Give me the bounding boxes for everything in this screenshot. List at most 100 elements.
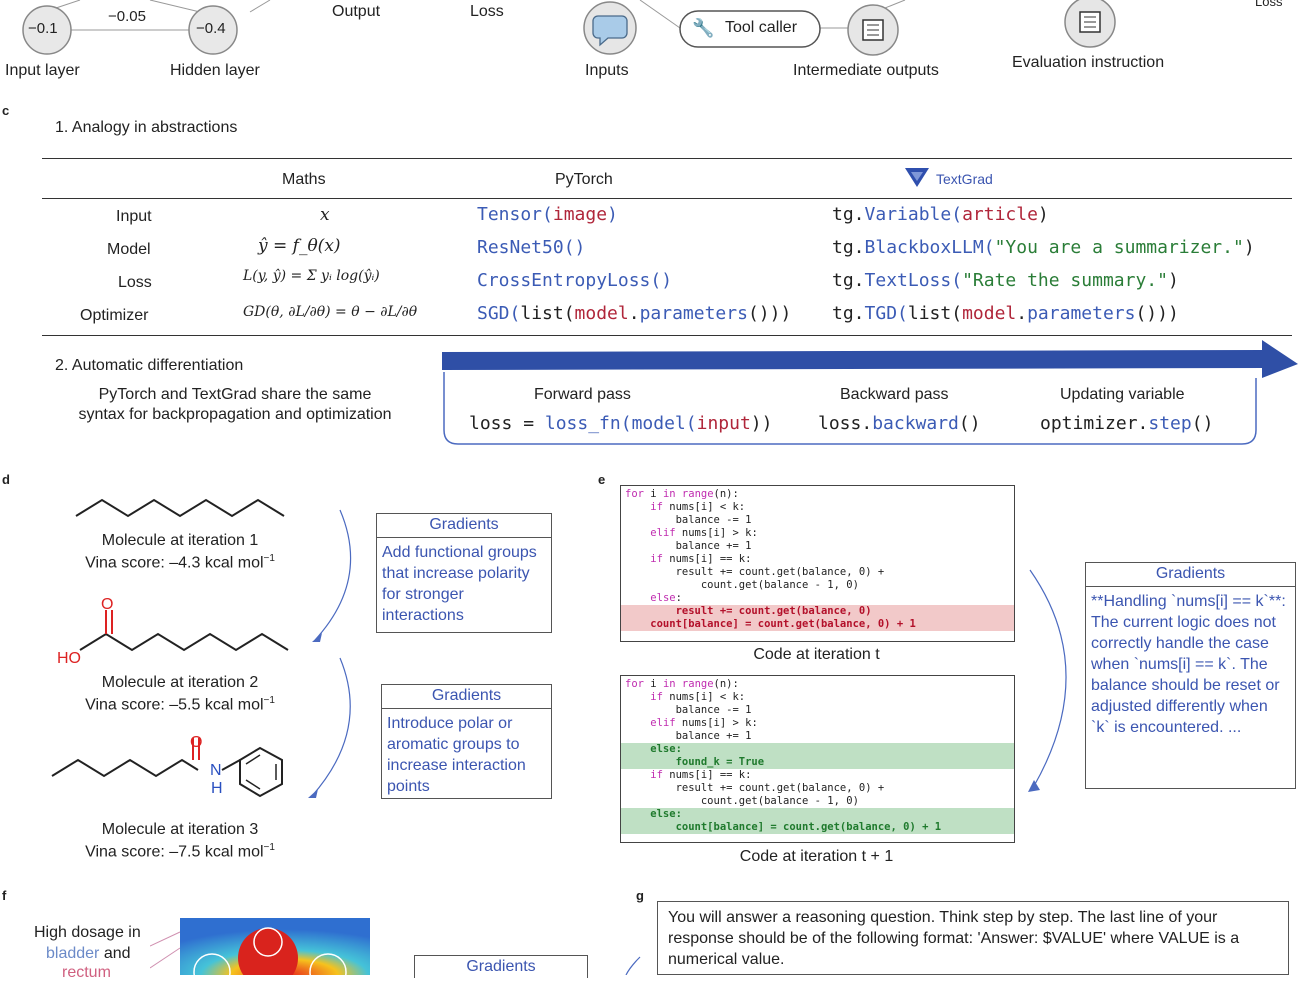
code-token: backward [872,413,959,434]
code-token: "Rate the summary." [962,270,1168,291]
tool-caller-label: Tool caller [725,19,798,36]
input-node-value: −0.1 [28,20,58,37]
maths-optimizer: GD(θ, ∂L/∂θ) = θ − ∂L/∂θ [243,304,418,320]
code-token: Tensor( [477,204,553,225]
code-token: . [628,303,640,324]
dosage-line2: bladder and [46,945,131,962]
code-token: ) [1167,270,1179,291]
code-block-iteration-t: for i in range(n): if nums[i] < k: balan… [620,485,1015,642]
code-token: ResNet50() [477,237,586,258]
code-token: () [958,413,981,434]
code-token: loss. [818,413,873,434]
maths-model: ŷ = f_θ(x) [258,236,341,256]
hidden-node-value: −0.4 [196,20,226,37]
dosage-map-image [150,918,370,975]
forward-pass-label: Forward pass [534,386,631,403]
code-token: optimizer. [1040,413,1149,434]
mol1-title: Molecule at iteration 1 [101,532,259,549]
mol2-score: Vina score: –5.5 kcal mol−1 [85,695,275,714]
evaluation-instruction-label: Evaluation instruction [1012,54,1165,71]
hidden-layer-label: Hidden layer [170,62,260,79]
atom-HO-2: HO [57,650,81,667]
output-label: Output [332,3,381,20]
code-token: "You are a summarizer." [994,237,1244,258]
mol3-score: Vina score: –7.5 kcal mol−1 [85,842,275,861]
panel-letter-d: d [2,472,10,487]
gradients-box-d2: Gradients Introduce polar or aromatic gr… [381,684,552,799]
code-token: ())) [1135,303,1179,324]
gradients-header: Gradients [377,514,551,538]
code-token: input [696,413,751,434]
code-token: image [552,204,608,225]
row-label-optimizer: Optimizer [80,307,149,324]
table-top-rule [42,158,1292,159]
prompt-arrow [625,956,641,975]
code-token: tg. [832,237,865,258]
code-block-iteration-t1: for i in range(n): if nums[i] < k: balan… [620,675,1015,843]
col-header-maths: Maths [282,171,326,188]
code-t-caption: Code at iteration t [753,646,880,663]
pytorch-model-code: ResNet50() [477,237,585,258]
code-token: parameters [639,303,748,324]
share-syntax-line1: PyTorch and TextGrad share the same [98,386,372,403]
llm-graph-diagram [583,0,1116,56]
section-autodiff-title: 2. Automatic differentiation [55,357,244,374]
pytorch-input-code: Tensor(image) [477,204,618,225]
gradients-text: **Handling `nums[i] == k`**: The current… [1091,593,1286,736]
code-token: tg. [832,303,865,324]
prompt-box: You will answer a reasoning question. Th… [657,901,1289,975]
maths-input: x [320,205,330,225]
wrench-icon: 🔧 [692,18,715,38]
panel-letter-e: e [598,472,606,487]
pytorch-loss-code: CrossEntropyLoss() [477,270,672,291]
code-t1-caption: Code at iteration t + 1 [739,848,894,865]
input-layer-label: Input layer [5,62,80,79]
code-token: parameters [1027,303,1136,324]
pytorch-optimizer-code: SGD(list(model.parameters())) [477,303,791,324]
gradients-header: Gradients [382,685,551,709]
table-header-rule [42,198,1292,199]
code-token: ) [607,204,618,225]
loss-label: Loss [470,3,504,20]
code-token: loss_fn( [544,413,632,434]
code-token: . [1016,303,1028,324]
panel-letter-g: g [636,888,644,903]
inputs-label: Inputs [585,62,629,79]
textgrad-optimizer-code: tg.TGD(list(model.parameters())) [832,303,1179,324]
code-token: () [1191,413,1214,434]
maths-loss: L(y, ŷ) = Σ yᵢ log(ŷᵢ) [243,268,380,284]
edge-weight-label: −0.05 [108,8,146,25]
textgrad-loss-code: tg.TextLoss("Rate the summary.") [832,270,1179,291]
textgrad-logo-icon [905,168,929,187]
code-token: article [962,204,1038,225]
atom-O-2: O [101,596,114,613]
gradients-box-e: Gradients **Handling `nums[i] == k`**: T… [1085,562,1296,789]
gradients-header: Gradients [466,958,536,975]
textgrad-model-code: tg.BlackboxLLM("You are a summarizer.") [832,237,1255,258]
col-header-textgrad: TextGrad [936,171,993,187]
code-token: CrossEntropyLoss() [477,270,673,291]
textgrad-input-code: tg.Variable(article) [832,204,1049,225]
row-label-model: Model [107,241,151,258]
share-syntax-line2: syntax for backpropagation and optimizat… [78,406,392,423]
reasoning-prompt-text: You will answer a reasoning question. Th… [668,909,1240,968]
backward-pass-code: loss.backward() [818,413,981,434]
gradients-header: Gradients [1086,563,1295,587]
code-token: TextLoss( [864,270,963,291]
dosage-line3: rectum [62,964,111,981]
atom-O-3: O [190,734,203,751]
intermediate-outputs-label: Intermediate outputs [793,62,939,79]
gradients-box-d1: Gradients Add functional groups that inc… [376,513,552,633]
gradients-text: Add functional groups that increase pola… [382,544,537,624]
code-token: model [962,303,1017,324]
code-token: BlackboxLLM( [864,237,995,258]
code-token: )) [750,413,773,434]
mol1-score: Vina score: –4.3 kcal mol−1 [85,553,275,572]
mol3-title: Molecule at iteration 3 [101,821,259,838]
loss-label-b: Loss [1255,0,1283,9]
code-token: model( [631,413,697,434]
updating-variable-label: Updating variable [1060,386,1185,403]
code-token: TGD( [864,303,908,324]
code-token: loss [469,413,513,434]
code-token: SGD( [477,303,521,324]
